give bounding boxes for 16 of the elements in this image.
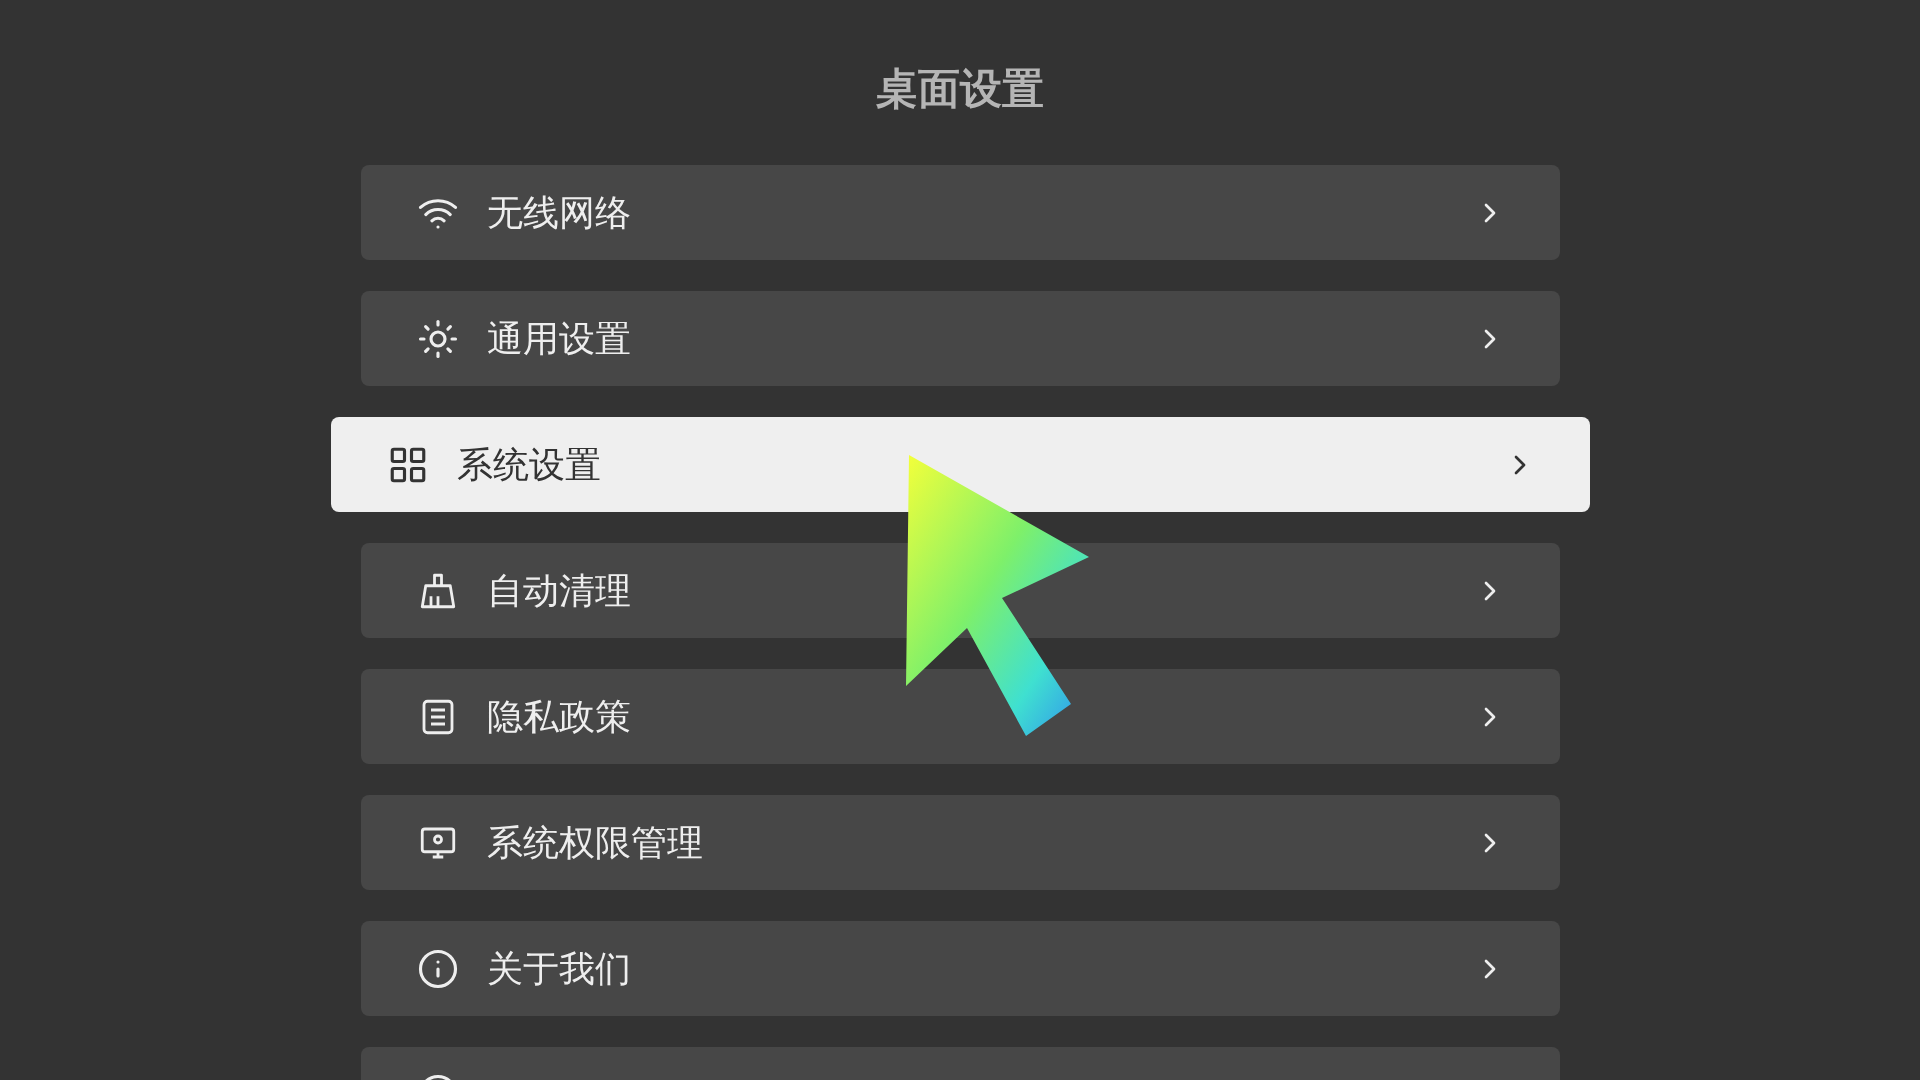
info-icon <box>416 947 459 990</box>
item-label: 无线网络 <box>486 190 631 235</box>
settings-item[interactable]: 通用设置 <box>360 291 1560 386</box>
settings-item[interactable]: 系统设置 <box>330 417 1590 512</box>
item-label: 系统设置 <box>456 442 601 487</box>
settings-item[interactable]: 隐私政策 <box>360 669 1560 764</box>
item-label: 通用设置 <box>486 316 631 361</box>
settings-item[interactable]: 无线网络 <box>360 165 1560 260</box>
item-label: 隐私政策 <box>486 694 631 739</box>
sun-icon <box>416 317 459 360</box>
settings-item[interactable]: 系统权限管理 <box>360 795 1560 890</box>
settings-item[interactable]: 关于我们 <box>360 921 1560 1016</box>
item-label: 自动清理 <box>486 568 631 613</box>
item-label: 系统权限管理 <box>486 820 703 865</box>
item-label: 关于我们 <box>486 946 631 991</box>
page-title: 桌面设置 <box>876 64 1044 114</box>
